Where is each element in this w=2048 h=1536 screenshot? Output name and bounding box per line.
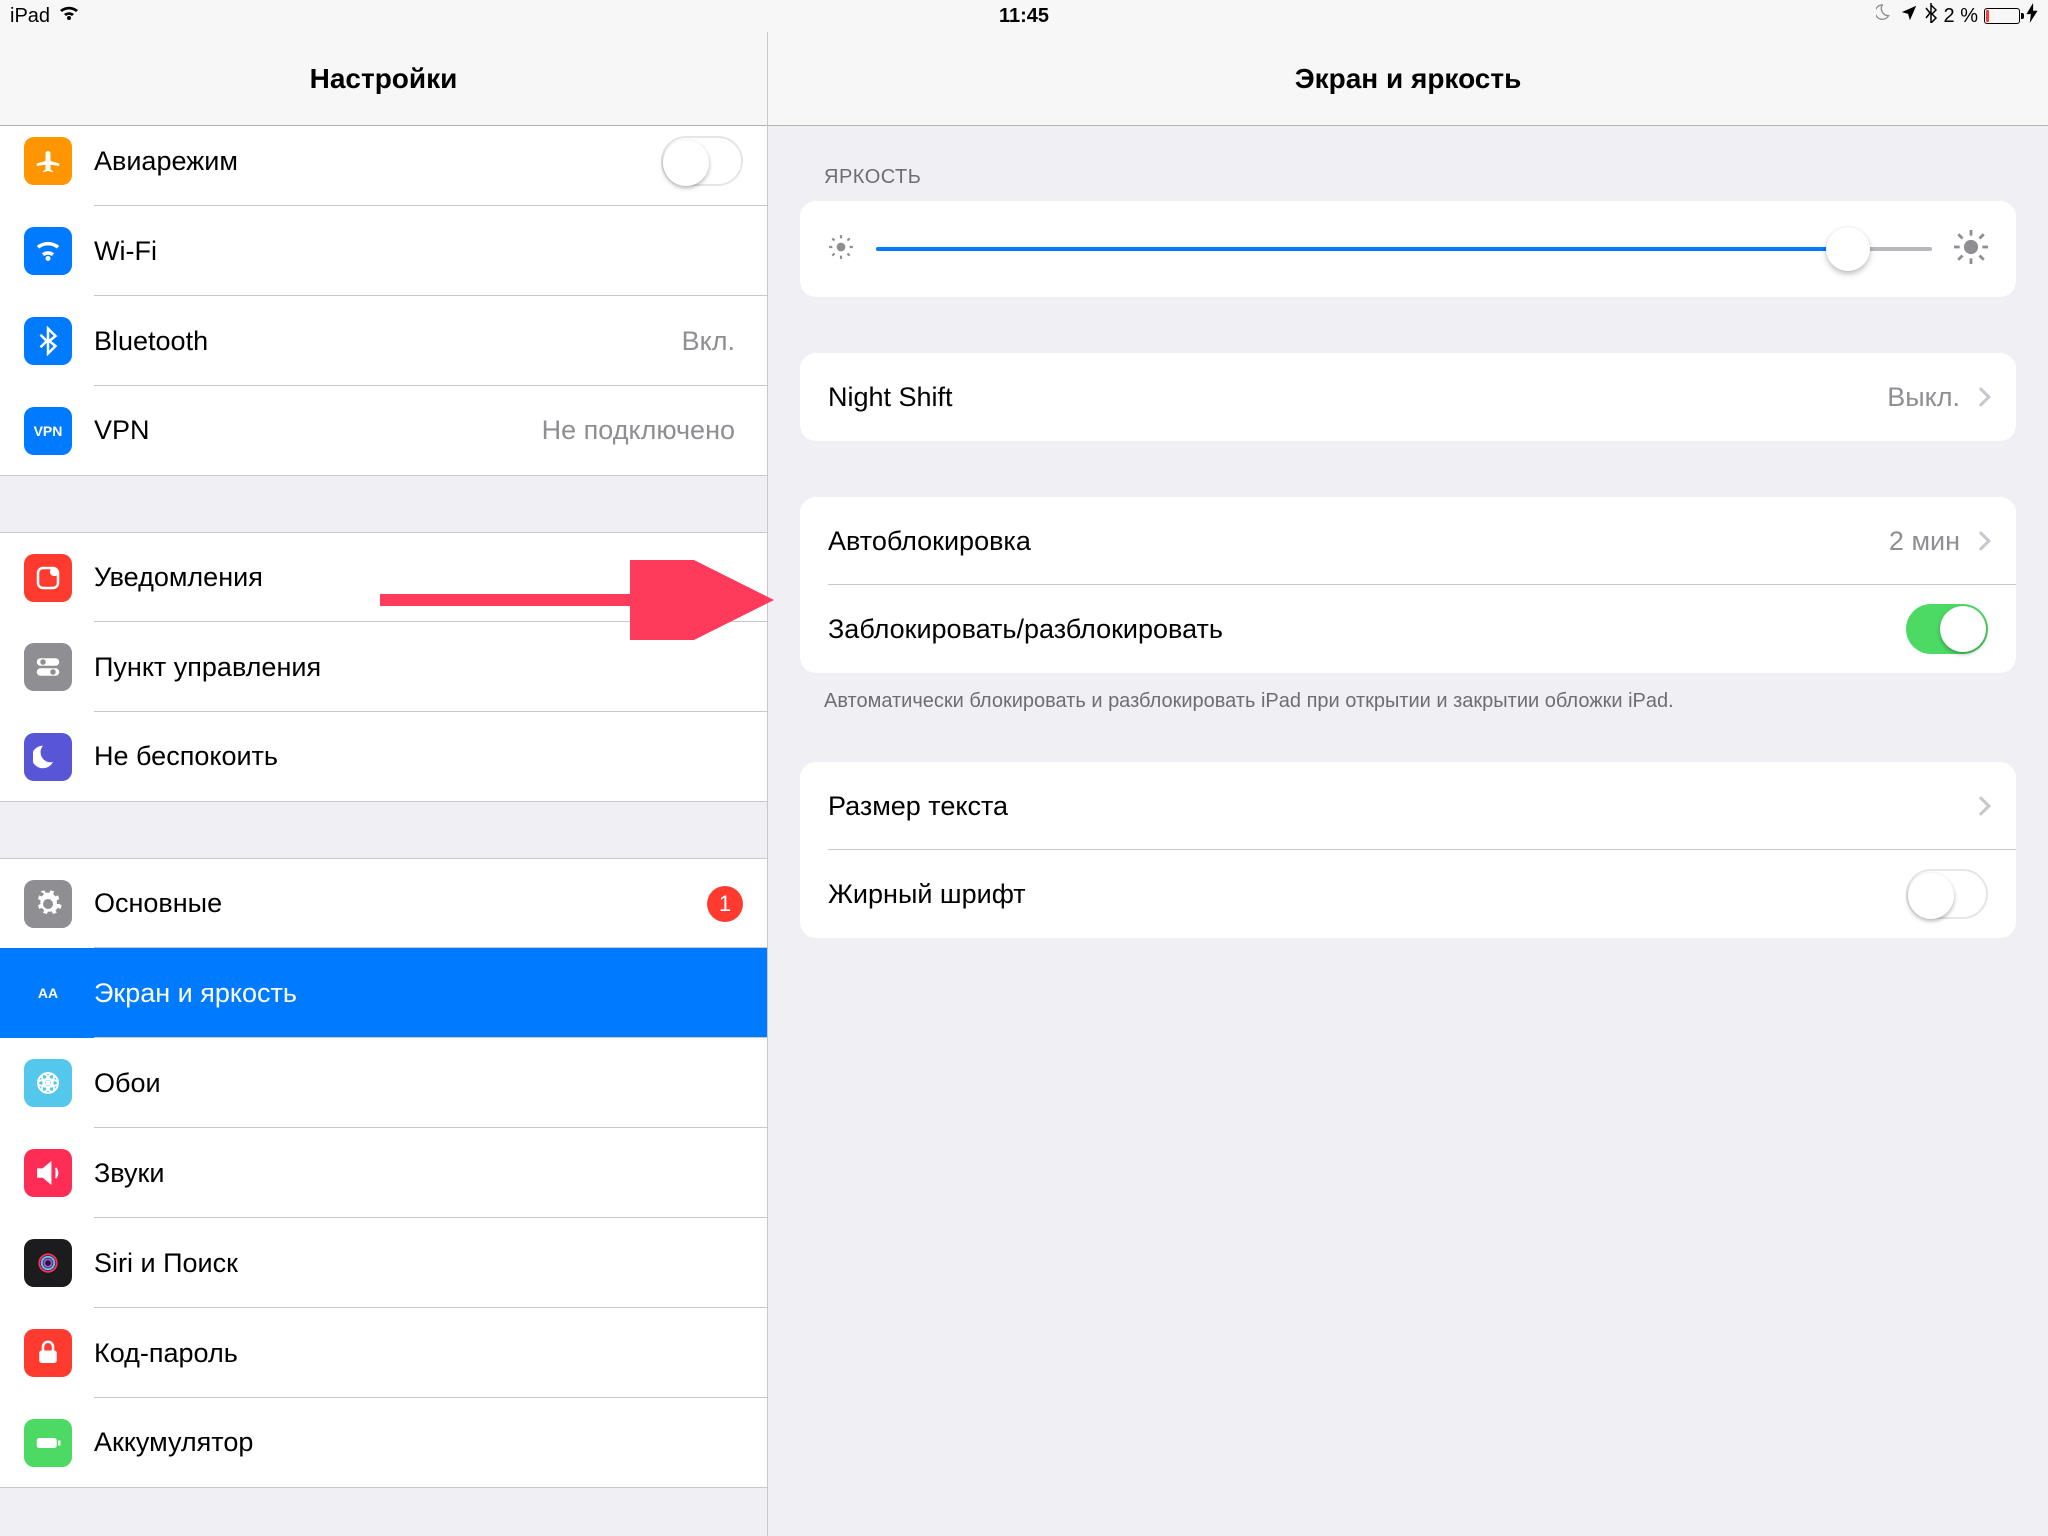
sidebar-item-general[interactable]: Основные1 bbox=[0, 858, 767, 948]
sidebar-item-label: Siri и Поиск bbox=[94, 1248, 743, 1279]
device-name: iPad bbox=[10, 5, 50, 28]
sidebar-item-controlcenter[interactable]: Пункт управления bbox=[0, 622, 767, 712]
sidebar-item-label: Основные bbox=[94, 888, 707, 919]
sidebar-item-passcode[interactable]: Код-пароль bbox=[0, 1308, 767, 1398]
detail-pane: Экран и яркость Яркость Night Shift Выкл… bbox=[768, 32, 2048, 1536]
lockunlock-switch[interactable] bbox=[1906, 604, 1988, 654]
sidebar: Настройки Авиарежим Wi-Fi BluetoothВкл. VPN… bbox=[0, 32, 768, 1536]
bluetooth-icon bbox=[1924, 3, 1938, 29]
sounds-icon bbox=[24, 1149, 72, 1197]
badge: 1 bbox=[707, 886, 743, 922]
sidebar-item-siri[interactable]: Siri и Поиск bbox=[0, 1218, 767, 1308]
chevron-right-icon bbox=[1971, 387, 1991, 407]
wifi-icon bbox=[24, 227, 72, 275]
battery-icon bbox=[24, 1419, 72, 1467]
sidebar-item-label: Обои bbox=[94, 1068, 743, 1099]
detail-title: Экран и яркость bbox=[768, 32, 2048, 126]
sidebar-item-value: Не подключено bbox=[542, 415, 735, 446]
chevron-right-icon bbox=[1971, 796, 1991, 816]
sidebar-item-dnd[interactable]: Не беспокоить bbox=[0, 712, 767, 802]
textsize-row[interactable]: Размер текста bbox=[800, 762, 2016, 850]
boldtext-label: Жирный шрифт bbox=[828, 879, 1906, 910]
autolock-row[interactable]: Автоблокировка 2 мин bbox=[800, 497, 2016, 585]
autolock-label: Автоблокировка bbox=[828, 526, 1889, 557]
sidebar-item-label: Bluetooth bbox=[94, 326, 682, 357]
brightness-slider[interactable] bbox=[876, 247, 1932, 251]
sidebar-item-wifi[interactable]: Wi-Fi bbox=[0, 206, 767, 296]
sidebar-item-label: Код-пароль bbox=[94, 1338, 743, 1369]
sidebar-item-label: Аккумулятор bbox=[94, 1427, 743, 1458]
clock: 11:45 bbox=[0, 5, 2048, 28]
location-icon bbox=[1900, 4, 1918, 28]
brightness-high-icon bbox=[1954, 230, 1988, 269]
sidebar-item-bluetooth[interactable]: BluetoothВкл. bbox=[0, 296, 767, 386]
brightness-low-icon bbox=[828, 234, 854, 265]
lockunlock-note: Автоматически блокировать и разблокирова… bbox=[800, 673, 2016, 716]
status-bar: iPad 11:45 2 % bbox=[0, 0, 2048, 32]
battery-pct: 2 % bbox=[1944, 5, 1978, 28]
sidebar-item-label: Авиарежим bbox=[94, 146, 661, 177]
passcode-icon bbox=[24, 1329, 72, 1377]
sidebar-item-label: Пункт управления bbox=[94, 652, 743, 683]
dnd-icon bbox=[24, 733, 72, 781]
lockunlock-row: Заблокировать/разблокировать bbox=[800, 585, 2016, 673]
autolock-value: 2 мин bbox=[1889, 526, 1960, 557]
sidebar-item-label: Не беспокоить bbox=[94, 741, 743, 772]
bluetooth-icon bbox=[24, 317, 72, 365]
sidebar-item-battery[interactable]: Аккумулятор bbox=[0, 1398, 767, 1488]
brightness-group bbox=[800, 201, 2016, 297]
charging-icon bbox=[2026, 3, 2038, 29]
chevron-right-icon bbox=[1971, 531, 1991, 551]
sidebar-item-label: Экран и яркость bbox=[94, 978, 743, 1009]
sidebar-item-notifications[interactable]: Уведомления bbox=[0, 532, 767, 622]
lockunlock-label: Заблокировать/разблокировать bbox=[828, 614, 1906, 645]
moon-icon bbox=[1876, 4, 1894, 28]
sidebar-item-label: Звуки bbox=[94, 1158, 743, 1189]
boldtext-switch[interactable] bbox=[1906, 869, 1988, 919]
airplane-icon bbox=[24, 137, 72, 185]
notifications-icon bbox=[24, 554, 72, 602]
sidebar-item-value: Вкл. bbox=[682, 326, 735, 357]
boldtext-row: Жирный шрифт bbox=[800, 850, 2016, 938]
airplane-switch[interactable] bbox=[661, 136, 743, 186]
vpn-icon: VPN bbox=[24, 407, 72, 455]
wifi-icon bbox=[58, 4, 80, 28]
sidebar-title: Настройки bbox=[0, 32, 767, 126]
textsize-label: Размер текста bbox=[828, 791, 1974, 822]
nightshift-row[interactable]: Night Shift Выкл. bbox=[800, 353, 2016, 441]
sidebar-item-label: Уведомления bbox=[94, 562, 743, 593]
battery-icon bbox=[1984, 8, 2020, 24]
siri-icon bbox=[24, 1239, 72, 1287]
nightshift-label: Night Shift bbox=[828, 382, 1887, 413]
sidebar-item-airplane[interactable]: Авиарежим bbox=[0, 126, 767, 206]
sidebar-item-sounds[interactable]: Звуки bbox=[0, 1128, 767, 1218]
wallpaper-icon bbox=[24, 1059, 72, 1107]
brightness-header: Яркость bbox=[824, 166, 2016, 189]
sidebar-item-display[interactable]: AA Экран и яркость bbox=[0, 948, 767, 1038]
sidebar-item-label: VPN bbox=[94, 415, 542, 446]
display-icon: AA bbox=[24, 969, 72, 1017]
sidebar-item-label: Wi-Fi bbox=[94, 236, 743, 267]
controlcenter-icon bbox=[24, 643, 72, 691]
general-icon bbox=[24, 880, 72, 928]
sidebar-item-wallpaper[interactable]: Обои bbox=[0, 1038, 767, 1128]
nightshift-value: Выкл. bbox=[1887, 382, 1960, 413]
sidebar-item-vpn[interactable]: VPNVPNНе подключено bbox=[0, 386, 767, 476]
